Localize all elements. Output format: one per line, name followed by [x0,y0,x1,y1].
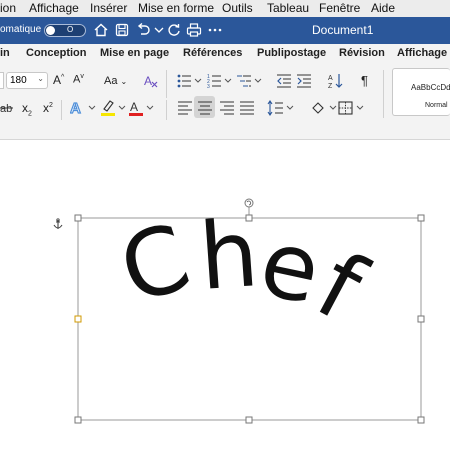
tab-conception[interactable]: Conception [26,47,87,59]
shrink-font-button[interactable]: Av [73,73,84,86]
numbered-list-icon[interactable]: 123 [207,73,233,89]
style-sample-text: AaBbCcDd [411,83,450,92]
decrease-indent-icon[interactable] [276,73,292,89]
align-right-icon[interactable] [219,100,235,116]
resize-handle-bottom[interactable] [245,416,253,424]
resize-handle-right[interactable] [417,315,425,323]
tab-affichage[interactable]: Affichage [397,47,447,59]
font-size-value: 180 [10,75,27,86]
svg-text:ab: ab [0,103,12,115]
tab-publipostage[interactable]: Publipostage [257,47,326,59]
adjust-handle[interactable] [74,315,82,323]
svg-text:A: A [130,100,138,114]
ribbon-home: 180 ⌄ A^ Av Aa ⌄ A 123 A Z ¶ ab x2 x2 A … [0,64,450,140]
chevron-down-icon: ⌄ [37,74,44,83]
autosave-label: omatique [0,24,42,35]
redo-icon[interactable] [166,22,182,38]
home-icon[interactable] [93,22,109,38]
menu-item-fenetre[interactable]: Fenêtre [319,1,360,15]
change-case-label: Aa [104,75,118,87]
resize-handle-top-right[interactable] [417,214,425,222]
grow-font-label: A [53,73,62,87]
menu-item-affichage[interactable]: Affichage [29,1,79,15]
font-color-icon[interactable]: A [128,99,156,117]
increase-indent-icon[interactable] [296,73,312,89]
highlight-icon[interactable] [100,99,128,117]
align-center-button[interactable] [194,96,215,118]
resize-handle-bottom-left[interactable] [74,416,82,424]
sort-icon[interactable]: A Z [328,73,344,89]
document-title: Document1 [312,23,374,37]
text-effects-icon[interactable]: A [70,99,98,117]
ribbon-separator [166,100,167,120]
styles-gallery[interactable]: AaBbCcDd Normal [392,68,450,116]
menu-item-aide[interactable]: Aide [371,1,395,15]
borders-icon[interactable] [338,100,366,116]
grow-font-button[interactable]: A^ [53,73,64,87]
ribbon-separator [61,100,62,120]
justify-icon[interactable] [239,100,255,116]
wordart-text[interactable]: C h e f [108,200,382,343]
svg-text:A: A [328,75,333,82]
svg-text:A: A [70,100,81,117]
mac-menu-bar: ion Affichage Insérer Mise en forme Outi… [0,0,450,17]
menu-item-mise-en-forme[interactable]: Mise en forme [138,1,214,15]
menu-item-edition[interactable]: ion [0,1,16,15]
ribbon-tabs: in Conception Mise en page Références Pu… [0,44,450,64]
svg-text:Z: Z [328,83,333,89]
resize-handle-bottom-right[interactable] [417,416,425,424]
strikethrough-icon[interactable]: ab [0,100,14,116]
tab-revision[interactable]: Révision [339,47,385,59]
menu-item-tableau[interactable]: Tableau [267,1,309,15]
tab-accueil[interactable]: in [0,47,10,59]
toggle-knob [46,26,55,35]
ribbon-separator [166,70,167,98]
svg-text:3: 3 [207,84,210,89]
title-bar: omatique O Document1 [0,17,450,44]
autosave-state: O [67,25,74,34]
subscript-button[interactable]: x2 [22,101,32,117]
menu-item-outils[interactable]: Outils [222,1,253,15]
svg-text:A: A [144,74,152,88]
align-left-icon[interactable] [177,100,193,116]
bullet-list-icon[interactable] [177,73,203,89]
undo-icon[interactable] [135,22,151,38]
align-center-icon [198,101,212,115]
tab-references[interactable]: Références [183,47,242,59]
font-size-field[interactable]: 180 ⌄ [6,72,48,89]
superscript-button[interactable]: x2 [43,101,53,115]
wordart-canvas: C h e f [53,198,425,424]
undo-dropdown-icon[interactable] [151,22,167,38]
wordart-letter-c: C [108,203,202,325]
autosave-toggle[interactable]: O [44,24,86,37]
wordart-letter-h: h [196,200,262,311]
document-page[interactable]: C h e f [0,141,450,450]
print-icon[interactable] [186,22,202,38]
more-icon[interactable] [207,22,223,38]
ribbon-separator [383,70,384,118]
anchor-icon [53,218,63,229]
shading-icon[interactable] [310,100,338,116]
style-name-normal: Normal [425,102,448,109]
line-spacing-icon[interactable] [267,100,295,116]
change-case-button[interactable]: Aa ⌄ [104,75,127,87]
resize-handle-top-left[interactable] [74,214,82,222]
clear-formatting-icon[interactable]: A [143,73,159,89]
menu-item-inserer[interactable]: Insérer [90,1,127,15]
font-name-field[interactable] [0,72,4,89]
save-icon[interactable] [114,22,130,38]
multilevel-list-icon[interactable] [237,73,263,89]
show-formatting-button[interactable]: ¶ [361,73,368,88]
tab-mise-en-page[interactable]: Mise en page [100,47,169,59]
